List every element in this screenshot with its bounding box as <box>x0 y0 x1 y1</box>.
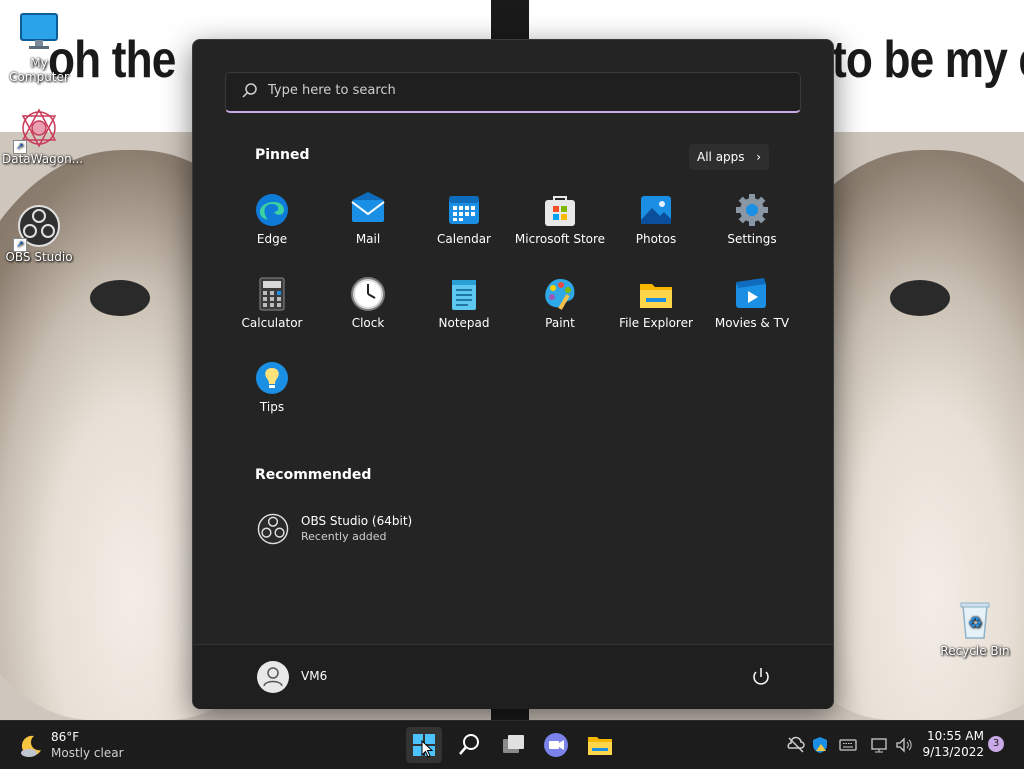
pinned-app-photos[interactable]: Photos <box>608 180 704 256</box>
app-label: Edge <box>256 232 288 246</box>
user-icon <box>263 667 283 687</box>
svg-text:♻: ♻ <box>968 613 982 632</box>
app-label: Microsoft Store <box>514 232 606 246</box>
app-label: Movies & TV <box>714 316 790 330</box>
chevron-right-icon: › <box>756 150 761 164</box>
clock-date: 9/13/2022 <box>922 745 984 759</box>
calendar-icon <box>446 192 482 228</box>
clock-time: 10:55 AM <box>927 729 984 743</box>
power-icon <box>753 668 769 685</box>
shortcut-arrow-icon: ↗ <box>13 140 27 154</box>
taskbar-search-button[interactable] <box>451 727 487 763</box>
app-label: Settings <box>727 232 777 246</box>
store-icon <box>542 192 578 228</box>
all-apps-label: All apps <box>697 150 745 164</box>
file-explorer-icon <box>588 737 612 755</box>
pinned-app-notepad[interactable]: Notepad <box>416 264 512 340</box>
desktop-icon-label: Recycle Bin <box>940 644 1010 658</box>
pinned-app-file-explorer[interactable]: File Explorer <box>608 264 704 340</box>
app-label: Notepad <box>438 316 490 330</box>
desktop-icon-my-computer[interactable]: My Computer <box>2 10 76 84</box>
movies-tv-icon <box>734 276 770 312</box>
calculator-icon <box>254 276 290 312</box>
recommended-item-title: OBS Studio (64bit) <box>301 514 413 528</box>
taskbar-file-explorer-button[interactable] <box>582 727 618 763</box>
task-view-icon <box>503 735 524 753</box>
recommended-item-subtitle: Recently added <box>301 530 387 543</box>
pinned-app-calendar[interactable]: Calendar <box>416 180 512 256</box>
pinned-app-paint[interactable]: Paint <box>512 264 608 340</box>
pinned-app-tips[interactable]: Tips <box>224 348 320 424</box>
desktop-icon-recycle-bin[interactable]: ♻ Recycle Bin <box>938 598 1012 658</box>
pinned-app-microsoft-store[interactable]: Microsoft Store <box>512 180 608 256</box>
obs-icon <box>257 513 289 549</box>
desktop-icon-obs-studio[interactable]: ↗ OBS Studio <box>2 204 76 264</box>
task-view-button[interactable] <box>495 727 531 763</box>
desktop-icon-label: My Computer <box>9 56 69 84</box>
pinned-app-settings[interactable]: Settings <box>704 180 800 256</box>
desktop-icon-label: OBS Studio <box>5 250 73 264</box>
app-label: Calculator <box>241 316 303 330</box>
app-label: Paint <box>545 316 575 330</box>
shortcut-arrow-icon: ↗ <box>13 238 27 252</box>
file-explorer-icon <box>638 276 674 312</box>
cat-eye <box>90 280 150 316</box>
edge-icon <box>254 192 290 228</box>
power-button[interactable] <box>749 665 773 689</box>
mail-icon <box>350 192 386 228</box>
recommended-title: Recommended <box>255 467 372 483</box>
start-menu-footer: VM6 <box>193 644 833 709</box>
search-placeholder: Type here to search <box>268 83 396 98</box>
recommended-item-obs-studio[interactable]: OBS Studio (64bit) Recently added <box>255 510 555 550</box>
taskbar: 86°F Mostly clear 10:55 AM 9/13/2022 3 <box>0 720 1024 769</box>
start-menu: Type here to search Pinned All apps › Ed… <box>192 39 834 709</box>
desktop-icon-datawagon[interactable]: ↗ DataWagon... <box>2 106 83 166</box>
clock-icon <box>350 276 386 312</box>
desktop-icon-label: DataWagon... <box>2 152 84 166</box>
all-apps-button[interactable]: All apps › <box>689 144 769 170</box>
pinned-app-edge[interactable]: Edge <box>224 180 320 256</box>
app-label: Photos <box>635 232 677 246</box>
wallpaper-text-right: to be my ene <box>832 31 1024 89</box>
paint-icon <box>542 276 578 312</box>
user-avatar[interactable] <box>257 661 289 693</box>
volume-icon[interactable] <box>894 735 914 755</box>
teams-chat-button[interactable] <box>538 727 574 763</box>
user-name[interactable]: VM6 <box>301 669 327 683</box>
app-label: File Explorer <box>619 316 693 330</box>
weather-widget[interactable]: 86°F Mostly clear <box>0 721 130 769</box>
search-icon <box>459 734 479 755</box>
cat-eye <box>890 280 950 316</box>
mouse-cursor-icon <box>421 740 433 758</box>
search-icon <box>242 83 258 103</box>
app-label: Mail <box>355 232 381 246</box>
obs-icon: ↗ <box>13 204 61 252</box>
search-input[interactable]: Type here to search <box>225 72 801 113</box>
network-offline-icon[interactable] <box>786 735 806 755</box>
notification-badge[interactable]: 3 <box>988 736 1004 752</box>
monitor-icon <box>17 10 61 54</box>
display-network-icon[interactable] <box>870 735 890 755</box>
pinned-app-movies-tv[interactable]: Movies & TV <box>704 264 800 340</box>
security-shield-icon[interactable] <box>810 735 830 755</box>
pinned-app-mail[interactable]: Mail <box>320 180 416 256</box>
recycle-bin-icon: ♻ <box>953 598 997 642</box>
tips-icon <box>254 360 290 396</box>
pinned-app-calculator[interactable]: Calculator <box>224 264 320 340</box>
app-label: Calendar <box>437 232 491 246</box>
photos-icon <box>638 192 674 228</box>
datawagon-icon: ↗ <box>13 106 61 154</box>
pinned-title: Pinned <box>255 147 310 163</box>
weather-temperature: 86°F <box>51 730 80 744</box>
settings-icon <box>734 192 770 228</box>
notepad-icon <box>446 276 482 312</box>
app-label: Clock <box>351 316 385 330</box>
keyboard-icon[interactable] <box>838 735 858 755</box>
app-label: Tips <box>259 400 285 414</box>
weather-description: Mostly clear <box>51 746 124 760</box>
pinned-app-clock[interactable]: Clock <box>320 264 416 340</box>
moon-cloud-icon <box>18 733 44 763</box>
teams-chat-icon <box>544 733 568 757</box>
